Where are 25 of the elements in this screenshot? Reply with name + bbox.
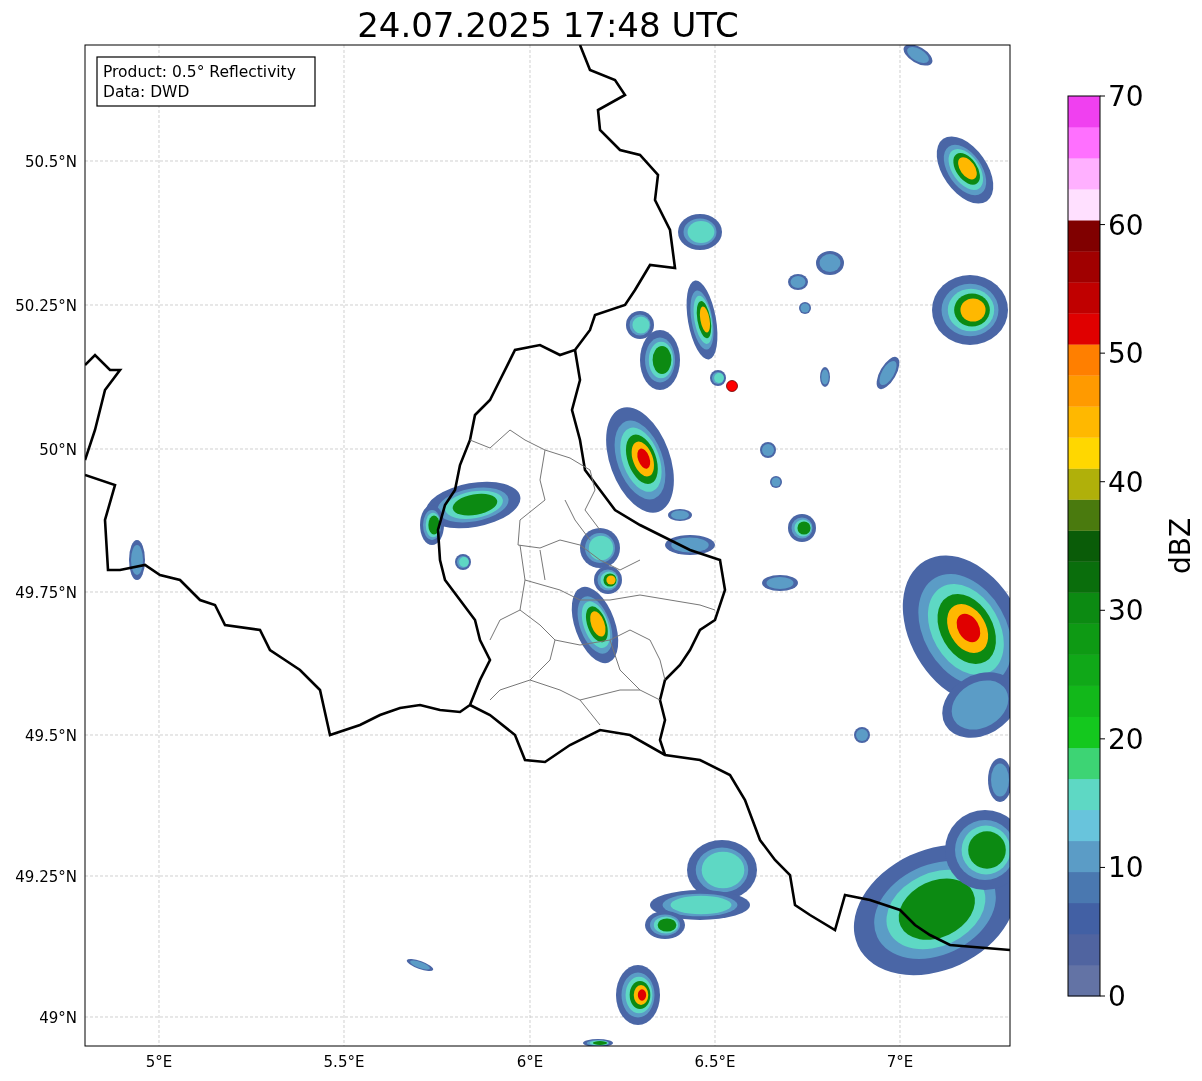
- colorbar-tick-label: 50: [1108, 337, 1144, 371]
- colorbar-tick-label: 30: [1108, 594, 1144, 628]
- colorbar-tick-label: 20: [1108, 722, 1144, 756]
- colorbar-tick-label: 10: [1108, 851, 1144, 885]
- colorbar-tick-label: 40: [1108, 465, 1144, 499]
- chart-title: 24.07.2025 17:48 UTC: [357, 5, 739, 45]
- colorbar-tick-label: 70: [1108, 80, 1144, 113]
- longitude-label: 6°E: [516, 1053, 544, 1071]
- latitude-label: 49.25°N: [15, 868, 77, 886]
- info-text: Product: 0.5° Reflectivity: [103, 63, 296, 81]
- latitude-label: 50°N: [39, 441, 77, 459]
- colorbar-label: dBZ: [1164, 517, 1197, 575]
- longitude-label: 7°E: [886, 1053, 914, 1071]
- longitude-label: 5.5°E: [323, 1053, 365, 1071]
- latitude-label: 50.25°N: [15, 297, 77, 315]
- longitude-label: 5°E: [145, 1053, 173, 1071]
- latitude-label: 49.75°N: [15, 584, 77, 602]
- colorbar-tick-label: 60: [1108, 208, 1144, 242]
- location-marker: [726, 380, 738, 392]
- latitude-label: 50.5°N: [24, 153, 77, 171]
- longitude-label: 6.5°E: [694, 1053, 736, 1071]
- latitude-label: 49°N: [39, 1009, 77, 1027]
- colorbar-tick-label: 0: [1108, 980, 1126, 1013]
- latitude-label: 49.5°N: [24, 727, 77, 745]
- info-text: Data: DWD: [103, 83, 190, 101]
